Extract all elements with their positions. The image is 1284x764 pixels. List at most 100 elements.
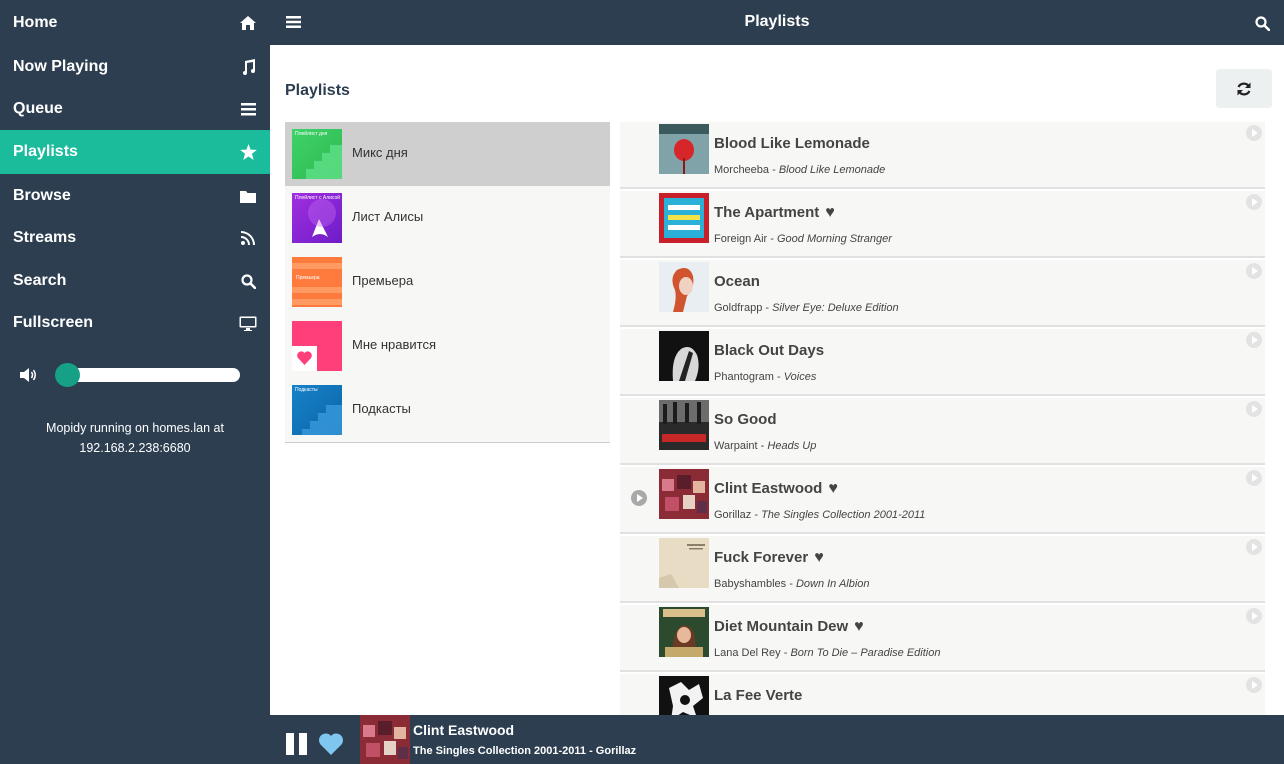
playlist-item[interactable]: Плейлист с Алисой Лист Алисы (285, 186, 610, 250)
playlist-item[interactable]: Плейлист дня Микс дня (285, 122, 610, 186)
playlist-name: Лист Алисы (352, 209, 424, 224)
nav-queue[interactable]: Queue (0, 88, 270, 130)
play-track-button[interactable] (1246, 263, 1262, 279)
track-title-text: So Good (714, 411, 777, 428)
heart-icon[interactable]: ♥ (825, 204, 835, 222)
now-playing-indicator (631, 490, 647, 506)
speaker-icon[interactable] (20, 367, 38, 383)
track-row[interactable]: La Fee Verte (620, 674, 1265, 715)
play-icon (1252, 405, 1258, 413)
nav-browse[interactable]: Browse (0, 175, 270, 217)
page-title: Playlists (285, 82, 350, 99)
album-art (659, 331, 709, 381)
pause-icon (299, 733, 307, 755)
track-title-text: Ocean (714, 273, 760, 290)
track-title-text: The Apartment (714, 204, 820, 221)
server-address: 192.168.2.238:6680 (79, 441, 191, 455)
album-art (659, 607, 709, 657)
nav-search[interactable]: Search (0, 260, 270, 302)
play-track-button[interactable] (1246, 539, 1262, 555)
play-track-button[interactable] (1246, 470, 1262, 486)
heart-icon[interactable]: ♥ (828, 480, 838, 498)
track-list: Blood Like Lemonade Morcheeba - Blood Li… (620, 122, 1265, 715)
track-artist: Foreign Air (714, 233, 768, 245)
play-track-button[interactable] (1246, 677, 1262, 693)
track-meta: Warpaint - Heads Up (714, 440, 817, 452)
nav-label: Home (13, 14, 58, 31)
refresh-button[interactable] (1216, 69, 1272, 108)
play-track-button[interactable] (1246, 401, 1262, 417)
playlist-cover (292, 321, 342, 371)
search-icon[interactable] (1255, 16, 1270, 31)
nav-now-playing[interactable]: Now Playing (0, 46, 270, 88)
track-artist: Phantogram (714, 371, 774, 383)
playlist-cover: Плейлист с Алисой (292, 193, 342, 243)
heart-icon[interactable]: ♥ (854, 618, 864, 636)
nav-playlists[interactable]: Playlists (0, 130, 270, 174)
track-row[interactable]: Ocean Goldfrapp - Silver Eye: Deluxe Edi… (620, 260, 1265, 327)
track-album: Born To Die – Paradise Edition (790, 647, 941, 659)
play-icon (1252, 474, 1258, 482)
nav-streams[interactable]: Streams (0, 217, 270, 259)
nav-label: Fullscreen (13, 314, 94, 331)
playlist-item[interactable]: Мне нравится (285, 314, 610, 378)
track-title: Diet Mountain Dew ♥ (714, 618, 864, 636)
play-track-button[interactable] (1246, 194, 1262, 210)
track-album: Heads Up (767, 440, 817, 452)
play-icon (1252, 129, 1258, 137)
play-icon (1252, 681, 1258, 689)
track-meta: Goldfrapp - Silver Eye: Deluxe Edition (714, 302, 899, 314)
folder-icon (239, 187, 257, 205)
play-track-button[interactable] (1246, 125, 1262, 141)
track-album: Blood Like Lemonade (778, 164, 886, 176)
track-album: The Singles Collection 2001-2011 (761, 509, 926, 521)
track-row[interactable]: The Apartment ♥ Foreign Air - Good Mornin… (620, 191, 1265, 258)
play-track-button[interactable] (1246, 608, 1262, 624)
player-bar: Clint Eastwood The Singles Collection 20… (270, 715, 1284, 764)
album-art (659, 469, 709, 519)
volume-knob[interactable] (55, 363, 80, 387)
track-meta: Foreign Air - Good Morning Stranger (714, 233, 892, 245)
track-artist: Babyshambles (714, 578, 787, 590)
track-row[interactable]: Blood Like Lemonade Morcheeba - Blood Li… (620, 122, 1265, 189)
cover-text: Плейлист с Алисой (295, 195, 341, 201)
album-art (659, 400, 709, 450)
track-row[interactable]: Clint Eastwood ♥ Gorillaz - The Singles C… (620, 467, 1265, 534)
track-row[interactable]: Diet Mountain Dew ♥ Lana Del Rey - Born T… (620, 605, 1265, 672)
nav-fullscreen[interactable]: Fullscreen (0, 302, 270, 344)
play-icon (1252, 612, 1258, 620)
playlist-item[interactable]: Премьера Премьера (285, 250, 610, 314)
playlist-name: Микс дня (352, 145, 408, 160)
track-row[interactable]: Fuck Forever ♥ Babyshambles - Down In Alb… (620, 536, 1265, 603)
pause-button[interactable] (286, 733, 308, 755)
nav-label: Browse (13, 187, 71, 204)
nav-label: Streams (13, 229, 77, 246)
track-row[interactable]: Black Out Days Phantogram - Voices (620, 329, 1265, 396)
track-title-text: Clint Eastwood (714, 480, 823, 497)
heart-icon[interactable]: ♥ (814, 549, 824, 567)
playlist-cover: Подкасты (292, 385, 342, 435)
nav-label: Now Playing (13, 58, 109, 75)
volume-slider[interactable] (72, 368, 240, 382)
track-artist: Lana Del Rey (714, 647, 781, 659)
now-playing-subtitle: The Singles Collection 2001-2011 - Goril… (413, 745, 637, 757)
playlist-item[interactable]: Подкасты Подкасты (285, 378, 610, 442)
album-art (659, 124, 709, 174)
track-row[interactable]: So Good Warpaint - Heads Up (620, 398, 1265, 465)
play-track-button[interactable] (1246, 332, 1262, 348)
top-bar: Playlists (270, 0, 1284, 45)
track-title: La Fee Verte (714, 687, 802, 704)
heart-icon[interactable] (318, 732, 344, 756)
play-icon (1252, 543, 1258, 551)
list-icon (239, 100, 257, 118)
track-album: Down In Albion (795, 578, 870, 590)
music-icon (239, 58, 257, 76)
server-info: Mopidy running on homes.lan at 192.168.2… (0, 418, 270, 458)
album-art (659, 262, 709, 312)
track-album: Good Morning Stranger (776, 233, 892, 245)
track-title-text: Blood Like Lemonade (714, 135, 870, 152)
album-art (659, 538, 709, 588)
track-title-text: Diet Mountain Dew (714, 618, 849, 635)
nav-home[interactable]: Home (0, 2, 270, 44)
track-title: So Good (714, 411, 777, 428)
